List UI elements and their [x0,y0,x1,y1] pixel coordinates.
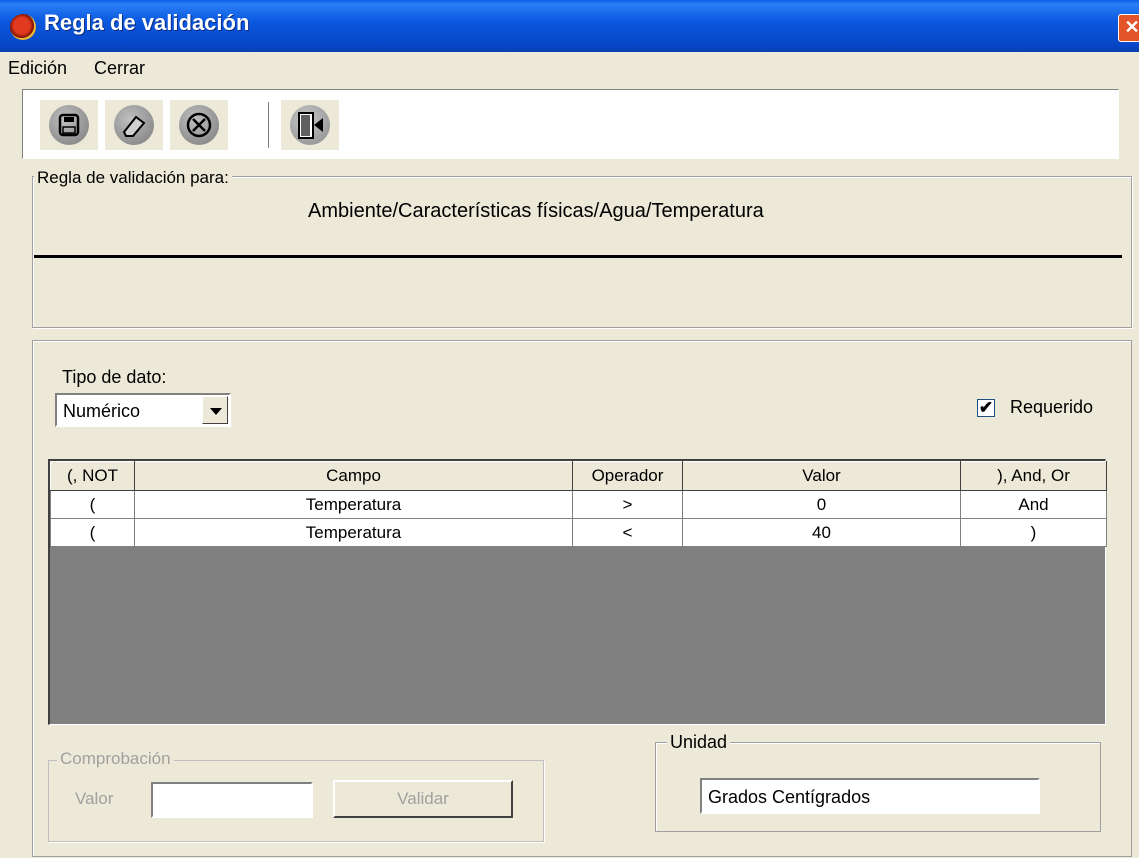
data-type-label: Tipo de dato: [62,367,167,387]
close-button[interactable]: ✕ [1118,14,1139,42]
rule-groupbox [32,176,1132,328]
exit-button[interactable] [281,100,339,150]
table-header-row: (, NOT Campo Operador Valor ), And, Or [50,461,1107,491]
table-cell[interactable]: < [572,518,683,547]
check-value-label: Valor [75,789,114,808]
save-icon [58,113,80,137]
table-cell[interactable]: 40 [682,518,961,547]
table-cell[interactable]: And [960,490,1107,519]
rule-divider [34,255,1122,258]
window-title: Regla de validación [44,10,250,35]
table-cell[interactable]: ( [50,518,135,547]
table-cell[interactable]: Temperatura [134,518,573,547]
required-checkbox[interactable]: ✔ [977,399,995,417]
exit-door-icon [298,112,323,139]
column-header[interactable]: (, NOT [50,461,135,491]
table-cell[interactable]: > [572,490,683,519]
table-cell[interactable]: Temperatura [134,490,573,519]
check-legend: Comprobación [57,749,174,769]
chevron-down-icon[interactable] [202,396,228,424]
toolbar-separator [268,102,272,148]
table-cell[interactable]: ) [960,518,1107,547]
table-row[interactable]: ( Temperatura > 0 And [50,490,1107,519]
cancel-button[interactable] [170,100,228,150]
required-label[interactable]: Requerido [1010,397,1093,418]
menu-cerrar[interactable]: Cerrar [94,58,145,79]
data-type-value: Numérico [63,401,141,421]
column-header[interactable]: ), And, Or [960,461,1107,491]
table-cell[interactable]: ( [50,490,135,519]
validate-button[interactable]: Validar [333,780,513,818]
menu-edicion[interactable]: Edición [8,58,67,79]
unit-input[interactable]: Grados Centígrados [700,778,1040,814]
unit-value: Grados Centígrados [708,787,871,807]
column-header[interactable]: Campo [134,461,573,491]
column-header[interactable]: Operador [572,461,683,491]
data-type-select[interactable]: Numérico [55,393,231,427]
column-header[interactable]: Valor [682,461,961,491]
table-row[interactable]: ( Temperatura < 40 ) [50,518,1107,547]
eraser-icon [122,115,146,137]
rule-legend: Regla de validación para: [34,168,232,188]
rule-table: (, NOT Campo Operador Valor ), And, Or (… [50,461,1107,547]
unit-legend: Unidad [667,732,731,753]
save-button[interactable] [40,100,98,150]
rule-grid[interactable]: (, NOT Campo Operador Valor ), And, Or (… [48,459,1107,725]
app-icon [10,14,36,40]
cancel-icon [186,112,212,138]
clear-button[interactable] [105,100,163,150]
rule-path: Ambiente/Características físicas/Agua/Te… [308,200,764,222]
check-value-input[interactable] [151,782,313,818]
table-cell[interactable]: 0 [682,490,961,519]
